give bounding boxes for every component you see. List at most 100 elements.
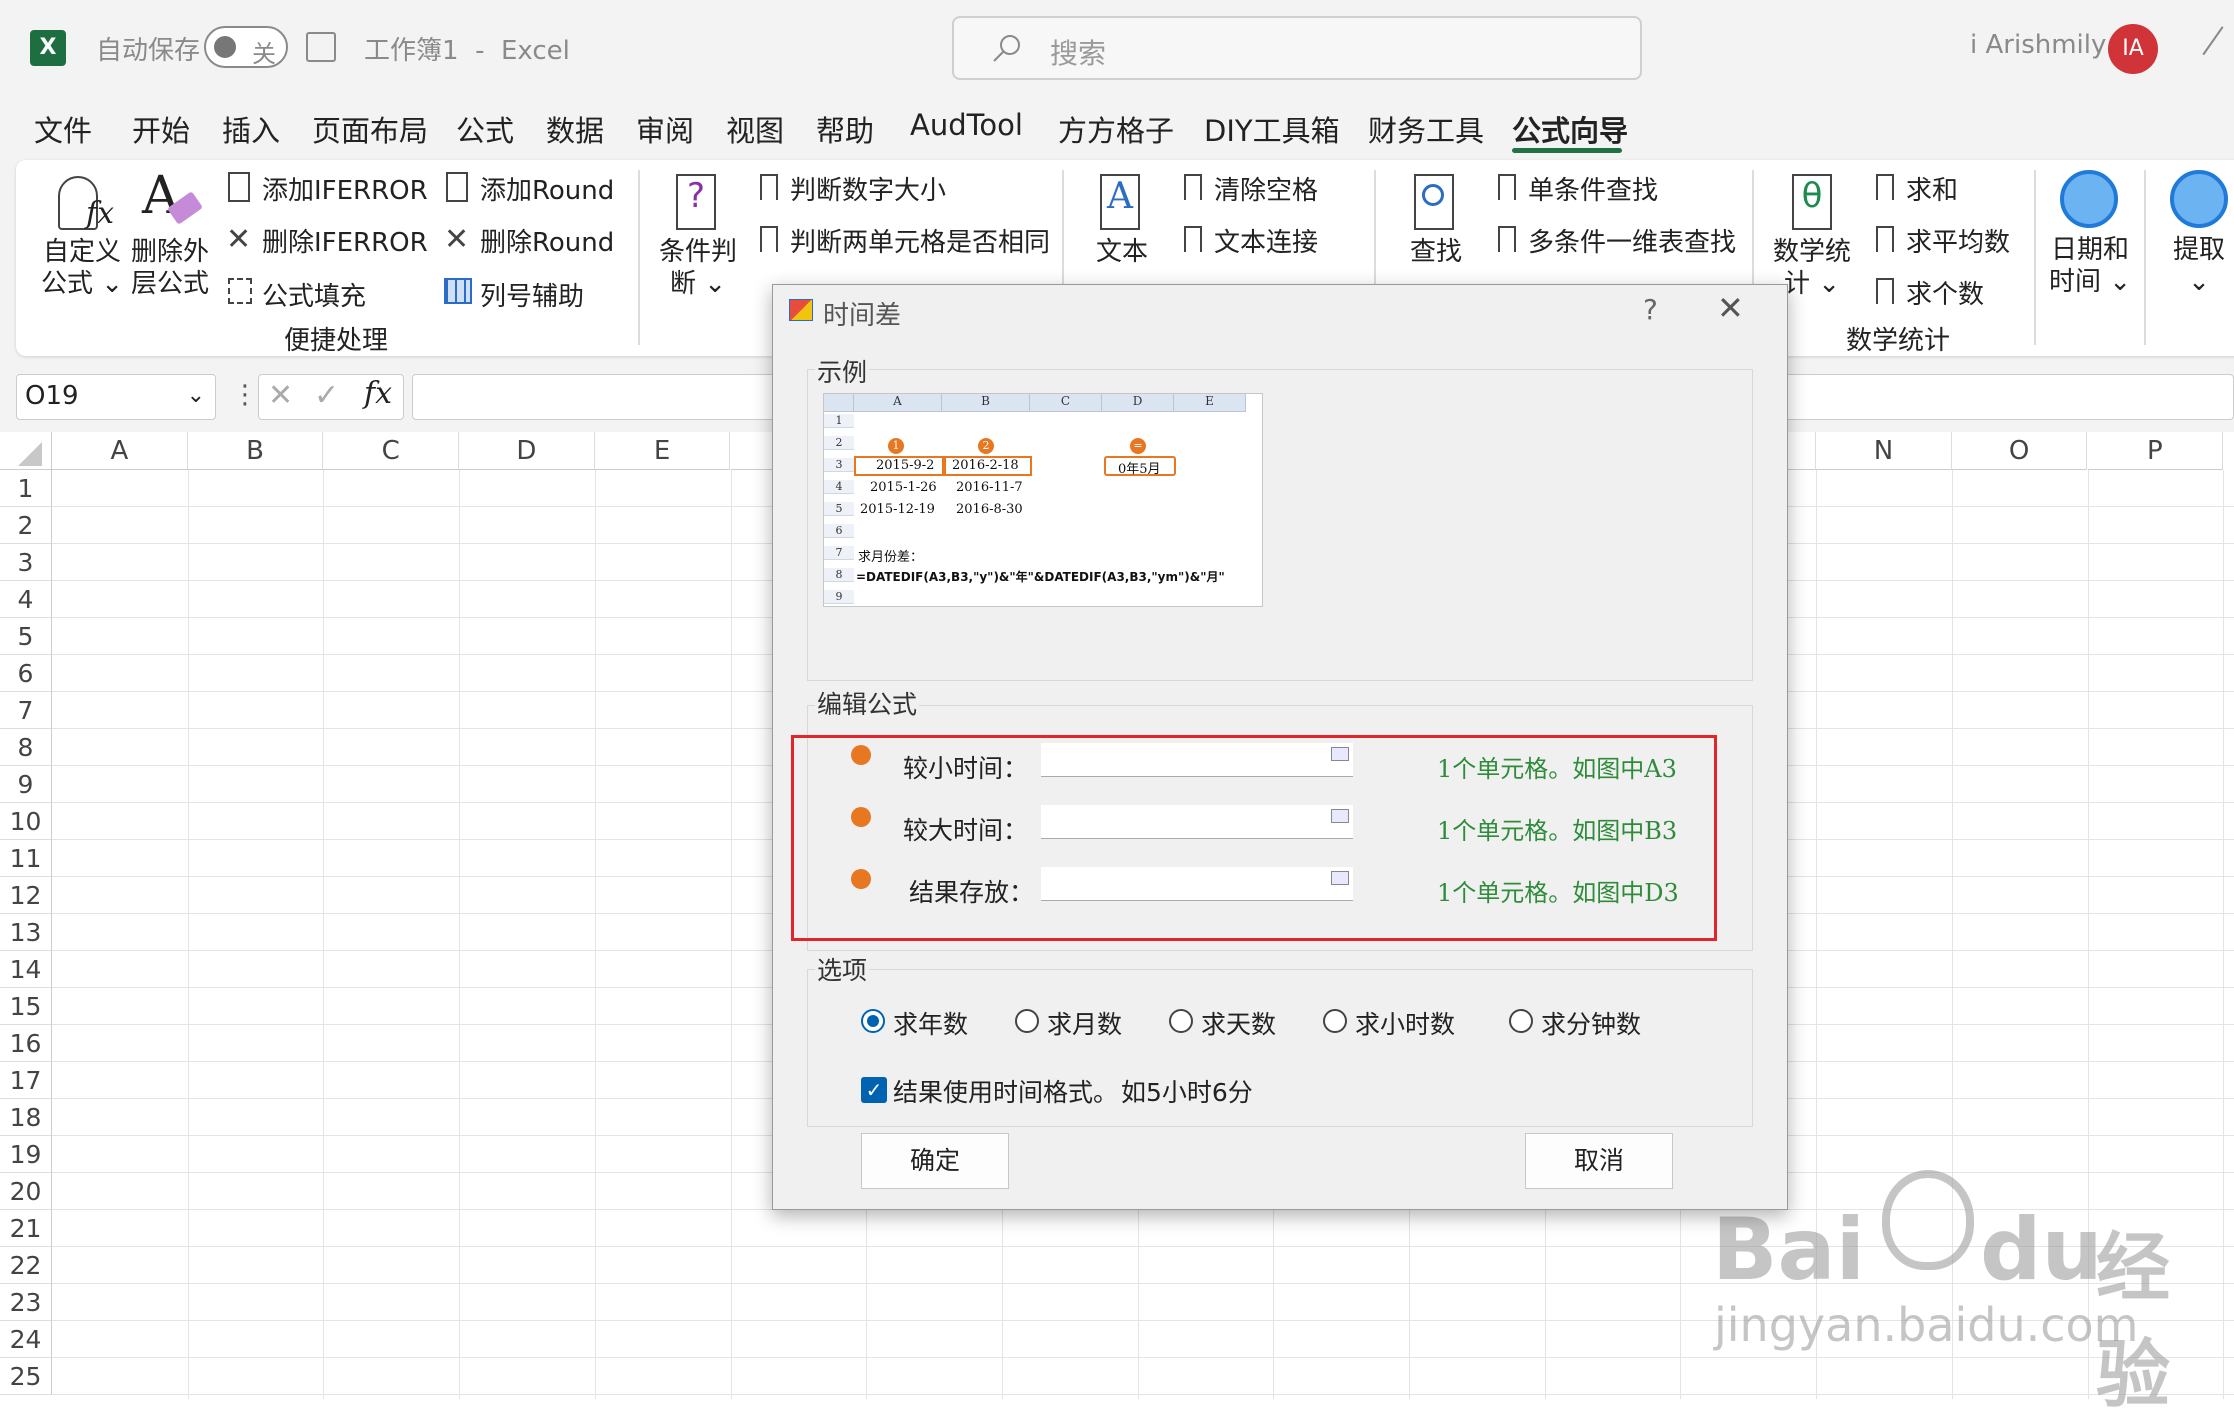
fx-icon[interactable]: fx <box>364 376 392 411</box>
condition-button[interactable]: 条件判 断 ⌄ <box>656 236 740 300</box>
single-lookup-button[interactable]: 单条件查找 <box>1528 170 1658 207</box>
row-header-15[interactable]: 15 <box>0 988 52 1025</box>
save-icon[interactable] <box>306 32 336 62</box>
row-header-1[interactable]: 1 <box>0 470 52 507</box>
radio-days-label[interactable]: 求天数 <box>1201 1005 1276 1041</box>
check-icon[interactable]: ✓ <box>314 378 339 413</box>
datetime-button[interactable]: 日期和 时间 ⌄ <box>2046 234 2134 298</box>
col-helper-button[interactable]: 列号辅助 <box>480 276 584 313</box>
radio-years[interactable] <box>861 1009 885 1033</box>
result-cell-input[interactable] <box>1041 867 1353 901</box>
range-picker-icon[interactable] <box>1331 871 1349 885</box>
lookup-button[interactable]: 查找 <box>1394 236 1478 268</box>
row-header-12[interactable]: 12 <box>0 877 52 914</box>
row-header-13[interactable]: 13 <box>0 914 52 951</box>
row-header-5[interactable]: 5 <box>0 618 52 655</box>
judge-number-button[interactable]: 判断数字大小 <box>790 170 946 207</box>
radio-months-label[interactable]: 求月数 <box>1047 1005 1122 1041</box>
row-header-4[interactable]: 4 <box>0 581 52 618</box>
multi-lookup-button[interactable]: 多条件一维表查找 <box>1528 222 1736 259</box>
tab-file[interactable]: 文件 <box>34 108 92 150</box>
row-header-14[interactable]: 14 <box>0 951 52 988</box>
column-header-n[interactable]: N <box>1816 432 1952 470</box>
count-button[interactable]: 求个数 <box>1906 274 1984 311</box>
row-header-16[interactable]: 16 <box>0 1025 52 1062</box>
user-name[interactable]: i Arishmily <box>1970 30 2106 60</box>
row-header-17[interactable]: 17 <box>0 1062 52 1099</box>
radio-hours-label[interactable]: 求小时数 <box>1355 1005 1455 1041</box>
judge-same-button[interactable]: 判断两单元格是否相同 <box>790 222 1050 259</box>
range-picker-icon[interactable] <box>1331 809 1349 823</box>
delete-outer-button[interactable]: 删除外 层公式 <box>128 236 212 300</box>
del-iferror-button[interactable]: 删除IFERROR <box>262 222 428 259</box>
search-box[interactable]: 搜索 <box>952 16 1642 80</box>
tab-finance[interactable]: 财务工具 <box>1368 108 1484 150</box>
row-header-3[interactable]: 3 <box>0 544 52 581</box>
close-button[interactable]: ✕ <box>1717 289 1744 327</box>
help-button[interactable]: ? <box>1643 293 1658 326</box>
range-picker-icon[interactable] <box>1331 747 1349 761</box>
column-header-o[interactable]: O <box>1951 432 2088 470</box>
tab-data[interactable]: 数据 <box>546 108 604 150</box>
add-round-button[interactable]: 添加Round <box>480 170 614 207</box>
tab-diy[interactable]: DIY工具箱 <box>1204 108 1340 150</box>
column-header-p[interactable]: P <box>2087 432 2224 470</box>
column-header-c[interactable]: C <box>323 432 460 470</box>
radio-minutes[interactable] <box>1509 1009 1533 1033</box>
tab-formulas[interactable]: 公式 <box>456 108 514 150</box>
row-header-18[interactable]: 18 <box>0 1099 52 1136</box>
avatar[interactable]: IA <box>2108 24 2158 74</box>
radio-months[interactable] <box>1015 1009 1039 1033</box>
row-header-6[interactable]: 6 <box>0 655 52 692</box>
radio-days[interactable] <box>1169 1009 1193 1033</box>
tab-home[interactable]: 开始 <box>132 108 190 150</box>
more-icon[interactable]: ⋮ <box>232 380 258 410</box>
smaller-time-input[interactable] <box>1041 743 1353 777</box>
row-header-9[interactable]: 9 <box>0 766 52 803</box>
row-header-10[interactable]: 10 <box>0 803 52 840</box>
tab-formula-wizard[interactable]: 公式向导 <box>1512 108 1628 150</box>
row-header-23[interactable]: 23 <box>0 1284 52 1321</box>
del-round-button[interactable]: 删除Round <box>480 222 614 259</box>
tab-help[interactable]: 帮助 <box>816 108 874 150</box>
row-header-11[interactable]: 11 <box>0 840 52 877</box>
column-header-e[interactable]: E <box>594 432 731 470</box>
time-format-label[interactable]: 结果使用时间格式。 <box>893 1073 1118 1109</box>
row-header-19[interactable]: 19 <box>0 1136 52 1173</box>
row-header-25[interactable]: 25 <box>0 1358 52 1395</box>
text-button[interactable]: 文本 <box>1080 236 1164 268</box>
tab-review[interactable]: 审阅 <box>636 108 694 150</box>
row-header-8[interactable]: 8 <box>0 729 52 766</box>
row-header-22[interactable]: 22 <box>0 1247 52 1284</box>
text-join-button[interactable]: 文本连接 <box>1214 222 1318 259</box>
autosave-toggle[interactable]: 关 <box>204 26 288 68</box>
time-format-checkbox[interactable]: ✓ <box>861 1077 887 1103</box>
radio-minutes-label[interactable]: 求分钟数 <box>1541 1005 1641 1041</box>
column-header-d[interactable]: D <box>459 432 595 470</box>
row-header-20[interactable]: 20 <box>0 1173 52 1210</box>
pen-icon[interactable] <box>2202 26 2234 68</box>
larger-time-input[interactable] <box>1041 805 1353 839</box>
tab-insert[interactable]: 插入 <box>222 108 280 150</box>
cancel-button[interactable]: 取消 <box>1525 1133 1673 1189</box>
radio-years-label[interactable]: 求年数 <box>893 1005 968 1041</box>
sum-button[interactable]: 求和 <box>1906 170 1958 207</box>
row-header-24[interactable]: 24 <box>0 1321 52 1358</box>
tab-view[interactable]: 视图 <box>726 108 784 150</box>
radio-hours[interactable] <box>1323 1009 1347 1033</box>
row-header-21[interactable]: 21 <box>0 1210 52 1247</box>
tab-audtool[interactable]: AudTool <box>910 108 1023 142</box>
ok-button[interactable]: 确定 <box>861 1133 1009 1189</box>
tab-fangfang[interactable]: 方方格子 <box>1058 108 1174 150</box>
column-header-b[interactable]: B <box>187 432 324 470</box>
name-box[interactable]: O19 ⌄ <box>16 374 216 420</box>
column-header-a[interactable]: A <box>52 432 188 470</box>
average-button[interactable]: 求平均数 <box>1906 222 2010 259</box>
extract-button[interactable]: 提取 ⌄ <box>2166 234 2232 298</box>
tab-page-layout[interactable]: 页面布局 <box>312 108 428 150</box>
row-header-7[interactable]: 7 <box>0 692 52 729</box>
formula-fill-button[interactable]: 公式填充 <box>262 276 366 313</box>
clear-space-button[interactable]: 清除空格 <box>1214 170 1318 207</box>
custom-formula-button[interactable]: 自定义 公式 ⌄ <box>40 236 124 300</box>
cancel-icon[interactable]: ✕ <box>268 378 293 413</box>
